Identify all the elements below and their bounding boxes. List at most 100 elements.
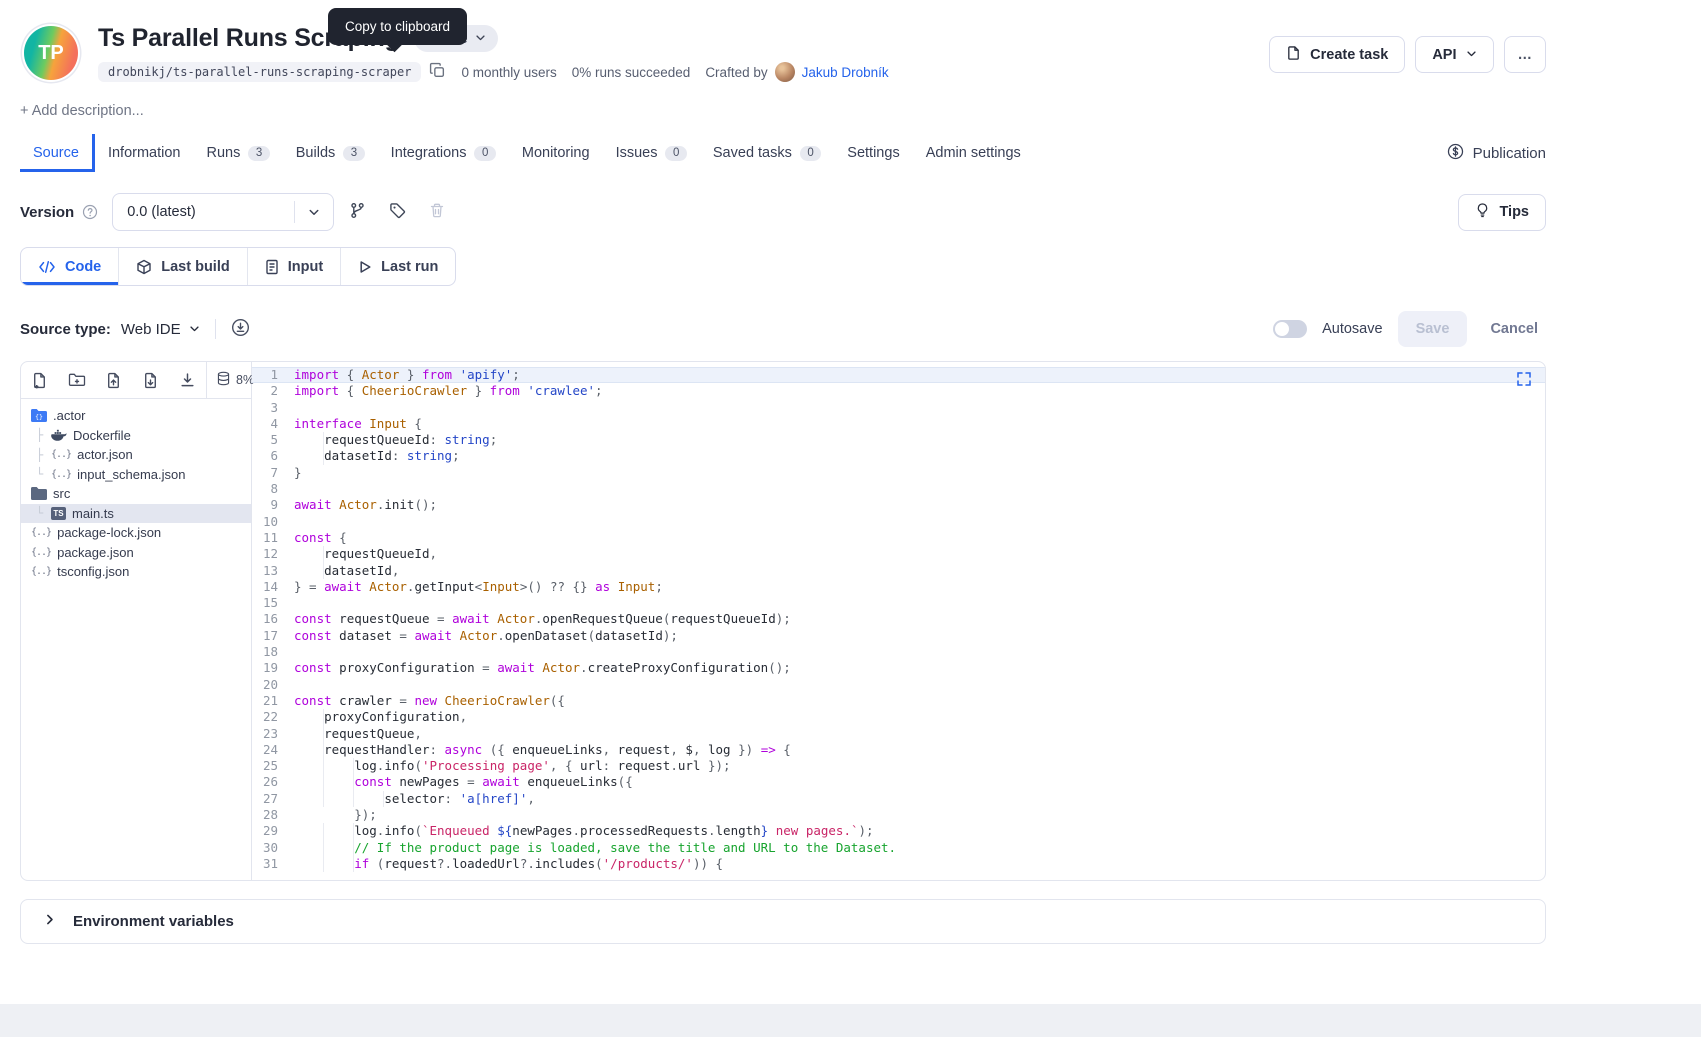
author-link[interactable]: Jakub Drobník [802,65,889,80]
more-actions-button[interactable]: … [1504,36,1547,73]
tab-source[interactable]: Source [20,134,92,172]
code-line[interactable]: 8 [252,481,1545,497]
new-file-button[interactable] [21,362,58,398]
tab-settings[interactable]: Settings [834,134,912,172]
download-button[interactable] [169,362,206,398]
tab-issues[interactable]: Issues0 [603,134,700,172]
code-line[interactable]: 17const dataset = await Actor.openDatase… [252,628,1545,644]
tree-item-tsconfig.json[interactable]: {..}tsconfig.json [21,562,251,582]
code-line[interactable]: 26 const newPages = await enqueueLinks({ [252,774,1545,790]
monthly-users-stat: 0 monthly users [461,65,556,80]
code-line[interactable]: 23 requestQueue, [252,726,1545,742]
file-panel: 8% {}.actor├Dockerfile├{..}actor.json└{.… [21,362,252,880]
tree-item-main.ts[interactable]: └TSmain.ts [21,504,251,524]
tree-item-src[interactable]: src [21,484,251,504]
code-line[interactable]: 16const requestQueue = await Actor.openR… [252,611,1545,627]
tree-item-label: package.json [57,545,134,560]
tab-saved-tasks[interactable]: Saved tasks0 [700,134,834,172]
line-number: 5 [252,432,294,448]
version-select[interactable]: 0.0 (latest) [112,193,334,231]
tab-integrations[interactable]: Integrations0 [378,134,509,172]
code-line[interactable]: 13 datasetId, [252,563,1545,579]
tab-count-badge: 3 [343,146,364,161]
code-line[interactable]: 12 requestQueueId, [252,546,1545,562]
line-number: 16 [252,611,294,627]
code-line[interactable]: 4interface Input { [252,416,1545,432]
code-line[interactable]: 30 // If the product page is loaded, sav… [252,840,1545,856]
view-tab-code[interactable]: Code [21,248,118,285]
code-line[interactable]: 6 datasetId: string; [252,448,1545,464]
line-number: 4 [252,416,294,432]
code-line[interactable]: 10 [252,514,1545,530]
environment-variables-label: Environment variables [73,913,234,930]
tips-button[interactable]: Tips [1458,194,1546,231]
upload-file-button[interactable] [95,362,132,398]
view-tab-last-build[interactable]: Last build [118,248,246,285]
help-icon[interactable] [82,204,98,220]
actor-avatar: TP [24,26,78,80]
tab-monitoring[interactable]: Monitoring [509,134,603,172]
tree-item-actor.json[interactable]: ├{..}actor.json [21,445,251,465]
code-line[interactable]: 22 proxyConfiguration, [252,709,1545,725]
dollar-circle-icon [1447,143,1464,164]
code-line[interactable]: 18 [252,644,1545,660]
code-line[interactable]: 28 }); [252,807,1545,823]
code-line[interactable]: 9await Actor.init(); [252,497,1545,513]
tree-item-label: input_schema.json [77,467,185,482]
doc-icon [265,259,279,275]
view-tab-input[interactable]: Input [247,248,340,285]
braces-icon: {..} [31,566,51,577]
code-line[interactable]: 14} = await Actor.getInput<Input>() ?? {… [252,579,1545,595]
tab-count-badge: 3 [248,146,269,161]
code-line[interactable]: 7} [252,465,1545,481]
tree-item-dockerfile[interactable]: ├Dockerfile [21,426,251,446]
delete-version-button[interactable] [420,195,454,229]
code-line[interactable]: 19const proxyConfiguration = await Actor… [252,660,1545,676]
source-type-select[interactable]: Web IDE [121,321,200,338]
fullscreen-button[interactable] [1516,371,1532,391]
create-task-button[interactable]: Create task [1269,36,1405,73]
code-line[interactable]: 11const { [252,530,1545,546]
tab-admin-settings[interactable]: Admin settings [913,134,1034,172]
tab-information[interactable]: Information [95,134,194,172]
code-line[interactable]: 25 log.info('Processing page', { url: re… [252,758,1545,774]
git-branch-button[interactable] [340,195,374,229]
tab-runs[interactable]: Runs3 [194,134,283,172]
copy-button[interactable] [429,62,446,82]
code-editor[interactable]: 1import { Actor } from 'apify';2import {… [252,362,1545,880]
braces-icon: {..} [31,547,51,558]
tree-item-.actor[interactable]: {}.actor [21,406,251,426]
download-source-button[interactable] [231,318,250,340]
add-description-button[interactable]: + Add description... [20,103,144,119]
view-tab-last-run[interactable]: Last run [340,248,455,285]
cancel-button[interactable]: Cancel [1482,321,1546,337]
new-folder-button[interactable] [58,362,95,398]
import-file-button[interactable] [132,362,169,398]
code-line[interactable]: 20 [252,677,1545,693]
tree-item-package.json[interactable]: {..} package.json [21,543,251,563]
code-line[interactable]: 3 [252,400,1545,416]
code-line[interactable]: 21const crawler = new CheerioCrawler({ [252,693,1545,709]
code-line[interactable]: 31 if (request?.loadedUrl?.includes('/pr… [252,856,1545,872]
code-line[interactable]: 27 selector: 'a[href]', [252,791,1545,807]
code-line[interactable]: 24 requestHandler: async ({ enqueueLinks… [252,742,1545,758]
tab-count-badge: 0 [665,146,686,161]
code-line[interactable]: 2import { CheerioCrawler } from 'crawlee… [252,383,1545,399]
code-line[interactable]: 29 log.info(`Enqueued ${newPages.process… [252,823,1545,839]
code-line[interactable]: 1import { Actor } from 'apify'; [252,367,1545,383]
tag-icon [389,202,406,222]
autosave-toggle[interactable] [1273,320,1307,338]
tag-button[interactable] [380,195,414,229]
code-line[interactable]: 5 requestQueueId: string; [252,432,1545,448]
publication-button[interactable]: Publication [1447,143,1546,164]
environment-variables-section[interactable]: Environment variables [20,899,1546,944]
tree-item-input-schema.json[interactable]: └{..}input_schema.json [21,465,251,485]
tree-item-package-lock.json[interactable]: {..}package-lock.json [21,523,251,543]
tab-builds[interactable]: Builds3 [283,134,378,172]
code-line[interactable]: 15 [252,595,1545,611]
new-folder-icon [68,372,86,388]
api-button[interactable]: API [1415,36,1493,73]
repo-path: drobnikj/ts-parallel-runs-scraping-scrap… [98,62,421,82]
download-icon [179,372,196,389]
save-button[interactable]: Save [1398,311,1468,347]
